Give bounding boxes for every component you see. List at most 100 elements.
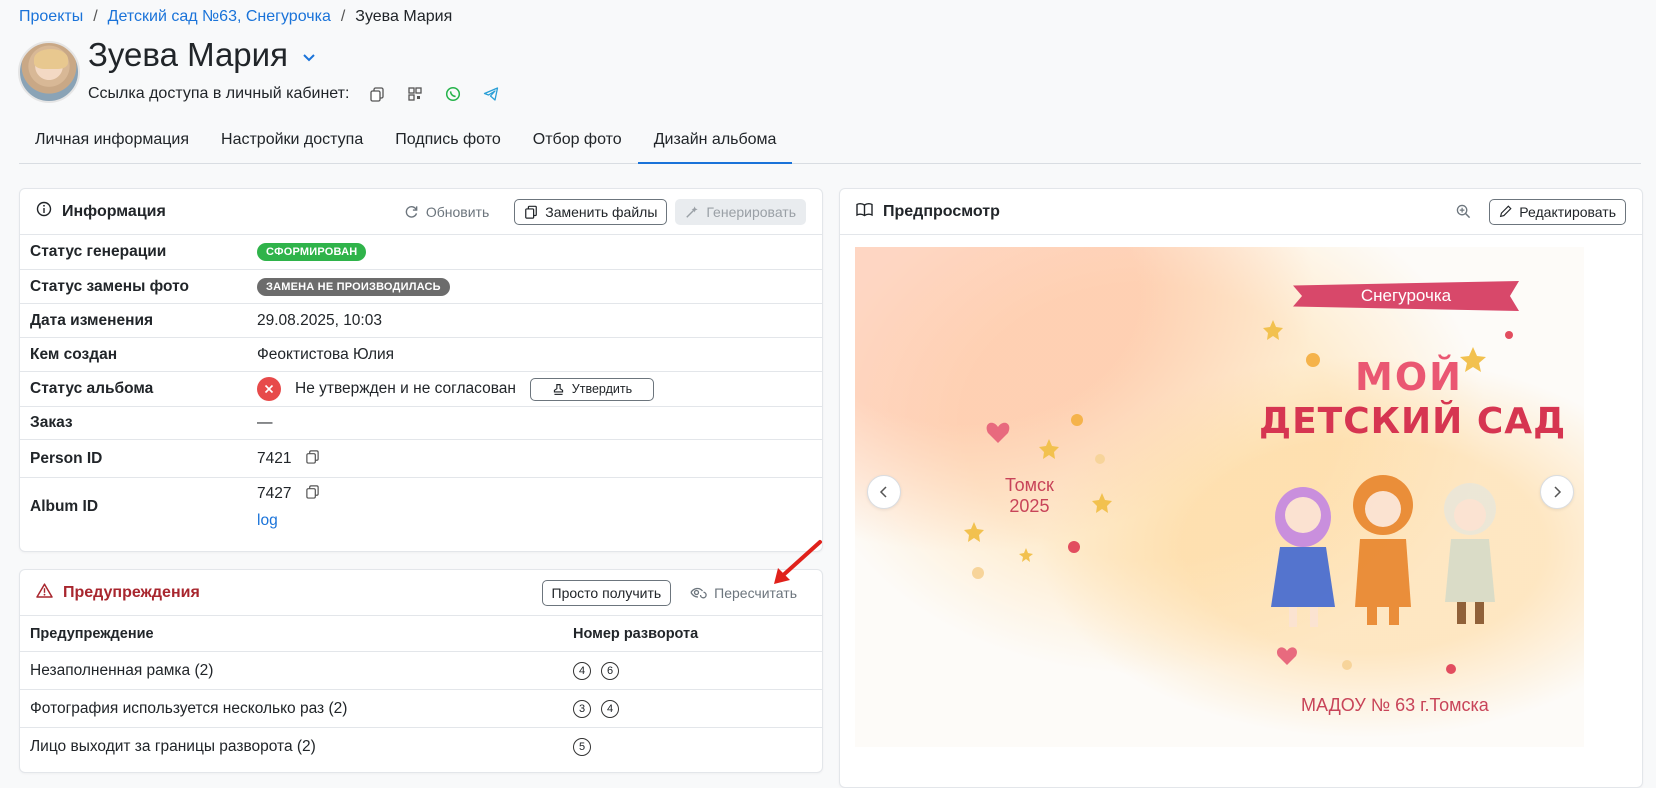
warning-text: Лицо выходит за границы разворота (2) <box>30 738 316 755</box>
warning-triangle-icon <box>36 582 53 603</box>
approve-button[interactable]: Утвердить <box>529 377 654 401</box>
table-row[interactable]: Фотография используется несколько раз (2… <box>20 690 822 728</box>
person-name: Зуева Мария <box>88 36 288 73</box>
approve-label: Утвердить <box>571 382 633 396</box>
row-generation-status: Статус генерации СФОРМИРОВАН <box>20 235 822 270</box>
tab-photo-caption[interactable]: Подпись фото <box>379 120 517 164</box>
spread-number[interactable]: 4 <box>601 699 619 718</box>
row-label: Статус генерации <box>30 243 167 260</box>
info-card-header: Информация Обновить Заменить файлы Генер… <box>20 189 822 235</box>
stamp-icon <box>553 383 563 395</box>
status-badge: ЗАМЕНА НЕ ПРОИЗВОДИЛАСЬ <box>257 277 450 296</box>
row-album-status: Статус альбома Не утвержден и не согласо… <box>20 372 822 407</box>
warning-text: Фотография используется несколько раз (2… <box>30 699 348 717</box>
warnings-card-header: Предупреждения Просто получить Пересчита… <box>20 570 822 616</box>
row-label: Статус альбома <box>30 380 154 397</box>
row-label: Статус замены фото <box>30 277 189 295</box>
generate-button[interactable]: Генерировать <box>675 198 806 225</box>
warnings-table: Предупреждение Номер разворота Незаполне… <box>20 616 822 766</box>
page: Проекты / Детский сад №63, Снегурочка / … <box>0 0 1656 788</box>
edit-button[interactable]: Редактировать <box>1489 198 1626 225</box>
row-date: Дата изменения 29.08.2025, 10:03 <box>20 304 822 338</box>
tab-photo-selection[interactable]: Отбор фото <box>517 120 638 164</box>
table-row[interactable]: Лицо выходит за границы разворота (2) 5 <box>20 728 822 766</box>
row-person-id: Person ID 7421 <box>20 440 822 478</box>
access-label: Ссылка доступа в личный кабинет: <box>88 85 350 102</box>
copy-icon[interactable] <box>367 84 387 104</box>
person-id-value: 7421 <box>257 449 292 467</box>
row-label: Кем создан <box>30 345 118 363</box>
breadcrumb-separator: / <box>93 8 98 25</box>
pencil-icon <box>1500 205 1512 218</box>
info-card-title: Информация <box>62 202 166 220</box>
spread-number[interactable]: 5 <box>573 738 591 756</box>
info-card: Информация Обновить Заменить файлы Генер… <box>19 188 823 552</box>
prev-arrow-icon[interactable] <box>867 475 901 509</box>
preview-card-title: Предпросмотр <box>883 202 1000 220</box>
files-icon <box>525 205 538 219</box>
just-get-label: Просто получить <box>551 584 662 601</box>
date-value: 29.08.2025, 10:03 <box>257 311 382 329</box>
next-arrow-icon[interactable] <box>1540 475 1574 509</box>
album-preview-image: Снегурочка МОЙ ДЕТСКИЙ САД Томск 2025 МА… <box>855 247 1584 747</box>
table-header-row: Предупреждение Номер разворота <box>20 616 822 652</box>
album-status-value: Не утвержден и не согласован <box>295 380 516 397</box>
preview-card-header: Предпросмотр Редактировать <box>840 189 1642 235</box>
edit-label: Редактировать <box>1519 203 1616 220</box>
copy-icon[interactable] <box>305 449 320 469</box>
whatsapp-icon[interactable] <box>443 84 463 104</box>
eye-refresh-icon <box>690 587 707 599</box>
row-album-id: Album ID 7427 log <box>20 478 822 536</box>
just-get-button[interactable]: Просто получить <box>541 579 672 606</box>
generate-label: Генерировать <box>706 203 796 220</box>
warning-text: Незаполненная рамка (2) <box>30 661 214 679</box>
status-badge: СФОРМИРОВАН <box>257 243 367 261</box>
album-id-value: 7427 <box>257 485 292 502</box>
tab-album-design[interactable]: Дизайн альбома <box>637 120 793 164</box>
spread-number[interactable]: 4 <box>573 661 591 680</box>
row-replace-status: Статус замены фото ЗАМЕНА НЕ ПРОИЗВОДИЛА… <box>20 270 822 304</box>
row-label: Дата изменения <box>30 311 154 329</box>
chevron-down-icon[interactable] <box>302 47 316 68</box>
zoom-in-icon[interactable] <box>1456 204 1471 219</box>
warnings-card: Предупреждения Просто получить Пересчита… <box>19 569 823 773</box>
breadcrumb: Проекты / Детский сад №63, Снегурочка / … <box>19 8 452 26</box>
warnings-card-title: Предупреждения <box>63 583 200 601</box>
breadcrumb-separator: / <box>340 8 346 25</box>
replace-files-label: Заменить файлы <box>545 203 658 220</box>
copy-icon[interactable] <box>305 484 320 504</box>
page-title: Зуева Мария <box>88 36 316 74</box>
replace-files-button[interactable]: Заменить файлы <box>514 198 668 225</box>
decorations-icon <box>964 320 1513 674</box>
column-header-spread: Номер разворота <box>573 625 699 642</box>
tab-personal-info[interactable]: Личная информация <box>19 120 205 164</box>
refresh-button[interactable]: Обновить <box>395 199 498 225</box>
row-label: Album ID <box>30 498 99 515</box>
order-value: — <box>257 414 273 431</box>
access-link-row: Ссылка доступа в личный кабинет: <box>88 84 501 104</box>
row-label: Заказ <box>30 414 73 431</box>
breadcrumb-kindergarten[interactable]: Детский сад №63, Снегурочка <box>108 8 331 26</box>
book-open-icon <box>856 202 873 222</box>
spread-number[interactable]: 6 <box>601 661 619 680</box>
qr-code-icon[interactable] <box>405 84 425 104</box>
tab-bar: Личная информация Настройки доступа Подп… <box>19 120 1641 164</box>
created-by-value: Феоктистова Юлия <box>257 345 395 363</box>
breadcrumb-projects[interactable]: Проекты <box>19 8 83 26</box>
breadcrumb-current: Зуева Мария <box>355 8 453 25</box>
magic-wand-icon <box>686 205 699 218</box>
spread-number[interactable]: 3 <box>573 699 591 718</box>
telegram-icon[interactable] <box>481 84 501 104</box>
avatar <box>18 41 80 103</box>
tab-access-settings[interactable]: Настройки доступа <box>205 120 379 164</box>
refresh-label: Обновить <box>425 203 490 220</box>
row-label: Person ID <box>30 449 103 467</box>
table-row[interactable]: Незаполненная рамка (2) 4 6 <box>20 652 822 690</box>
row-order: Заказ — <box>20 407 822 440</box>
preview-card: Предпросмотр Редактировать Снегурочка МО… <box>839 188 1643 788</box>
log-link[interactable]: log <box>257 512 320 530</box>
close-circle-icon <box>257 377 281 401</box>
column-header-warning: Предупреждение <box>30 625 154 642</box>
info-icon <box>36 201 52 222</box>
refresh-icon <box>405 206 418 218</box>
